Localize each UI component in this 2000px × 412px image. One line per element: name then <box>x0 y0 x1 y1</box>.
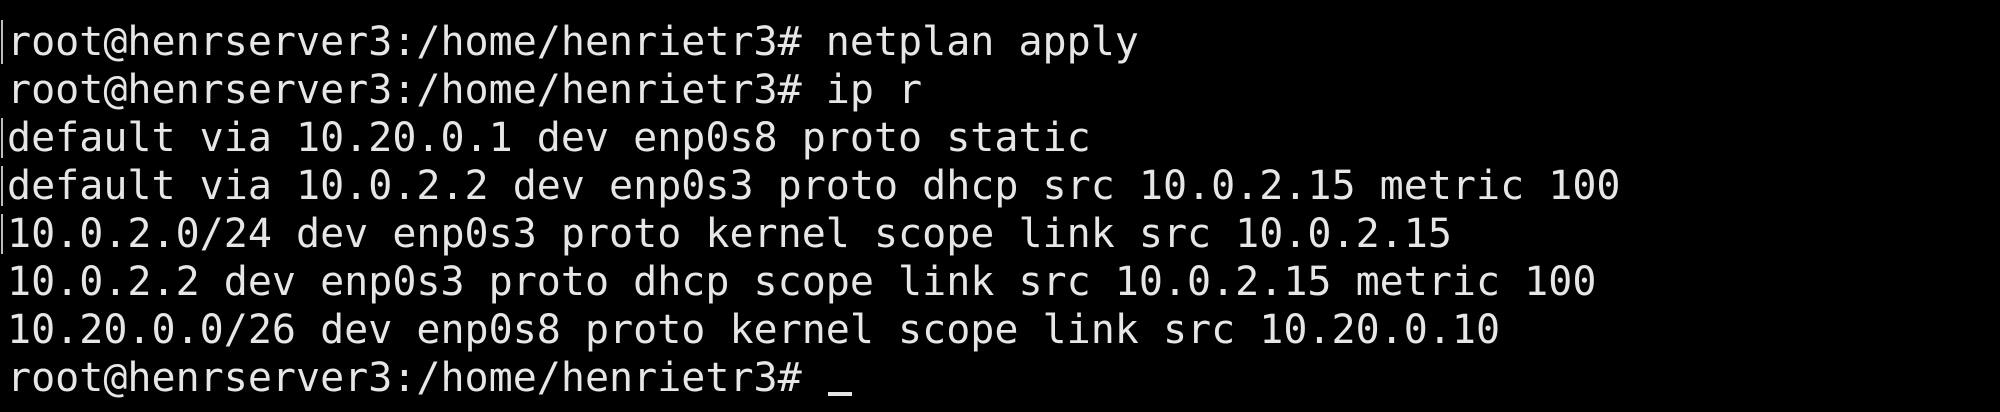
terminal-input-line[interactable]: root@henrserver3:/home/henrietr3# <box>7 354 2000 402</box>
terminal-line-output: 10.0.2.0/24 dev enp0s3 proto kernel scop… <box>7 210 2000 258</box>
shell-prompt: root@henrserver3:/home/henrietr3# <box>7 67 826 113</box>
shell-prompt: root@henrserver3:/home/henrietr3# <box>7 19 826 65</box>
command-text: ip r <box>825 67 923 113</box>
terminal-line-output: default via 10.0.2.2 dev enp0s3 proto dh… <box>7 162 2000 210</box>
left-edge-marker <box>1 118 3 158</box>
left-edge-marker <box>1 214 3 254</box>
route-output-text: 10.20.0.0/26 dev enp0s8 proto kernel sco… <box>7 307 1501 353</box>
terminal-line-output: 10.20.0.0/26 dev enp0s8 proto kernel sco… <box>7 306 2000 354</box>
route-output-text: 10.0.2.0/24 dev enp0s3 proto kernel scop… <box>7 211 1452 257</box>
terminal-window[interactable]: root@henrserver3:/home/henrietr3# netpla… <box>0 0 2000 412</box>
shell-prompt: root@henrserver3:/home/henrietr3# <box>7 355 826 401</box>
terminal-line-output: 10.0.2.2 dev enp0s3 proto dhcp scope lin… <box>7 258 2000 306</box>
terminal-line-output: default via 10.20.0.1 dev enp0s8 proto s… <box>7 114 2000 162</box>
left-edge-marker <box>1 20 3 64</box>
command-text: netplan apply <box>825 19 1139 65</box>
left-edge-marker <box>1 166 3 206</box>
route-output-text: default via 10.20.0.1 dev enp0s8 proto s… <box>7 115 1091 161</box>
route-output-text: 10.0.2.2 dev enp0s3 proto dhcp scope lin… <box>7 259 1597 305</box>
terminal-line-command: root@henrserver3:/home/henrietr3# netpla… <box>7 18 2000 66</box>
text-cursor <box>827 392 852 396</box>
route-output-text: default via 10.0.2.2 dev enp0s3 proto dh… <box>7 163 1621 209</box>
terminal-line-command: root@henrserver3:/home/henrietr3# ip r <box>7 66 2000 114</box>
